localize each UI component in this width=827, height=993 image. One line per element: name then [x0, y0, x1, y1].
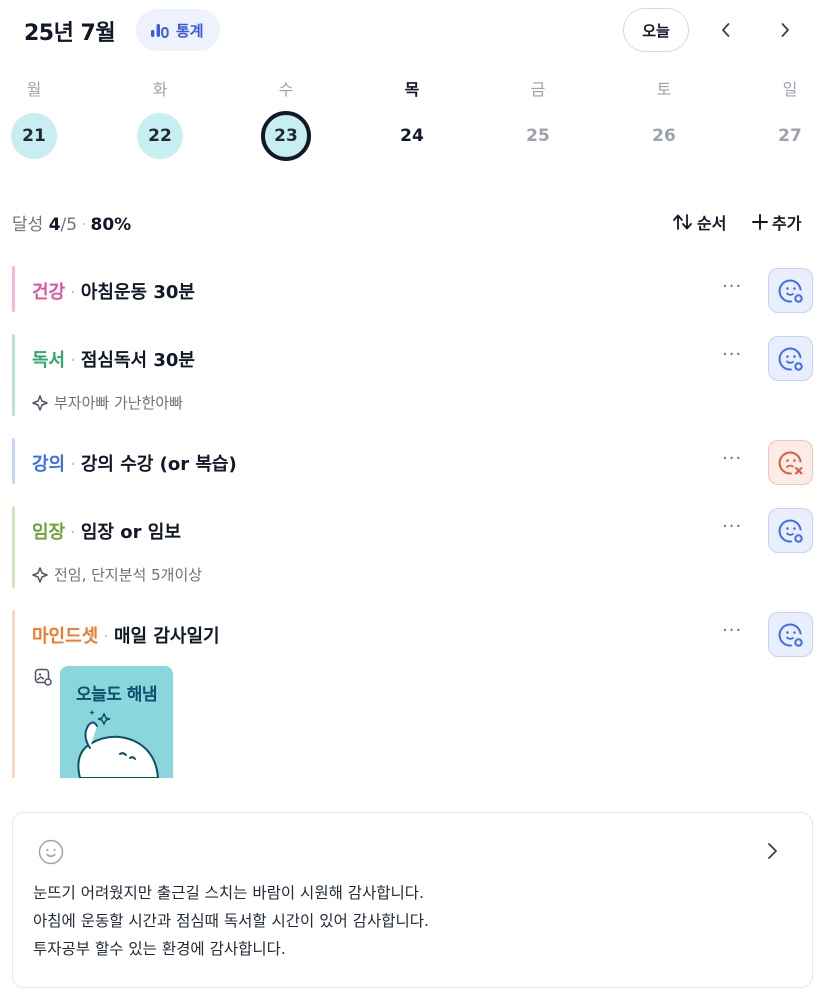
- separator-dot: ·: [81, 215, 87, 235]
- habit-name: 아침운동 30분: [80, 282, 195, 303]
- calendar-header: 25년 7월 통계 오늘: [0, 0, 827, 62]
- chevron-right-icon: [781, 23, 789, 37]
- habit-memo-text: 부자아빠 가난한아빠: [54, 394, 183, 412]
- summary-count: 4: [48, 215, 61, 235]
- stats-label: 통계: [176, 21, 204, 40]
- date-cell-selected[interactable]: 23: [261, 111, 311, 161]
- habit-color-bar: [12, 266, 15, 312]
- habit-row[interactable]: 마인드셋 · 매일 감사일기 ··· 오늘도 해냄: [12, 610, 815, 778]
- sad-x-icon: [778, 451, 802, 475]
- habit-memo: 전임, 단지분석 5개이상: [32, 564, 202, 585]
- habit-status-success[interactable]: [768, 336, 813, 381]
- summary-label: 달성: [12, 215, 44, 235]
- separator-dot: ·: [70, 282, 76, 303]
- more-options-icon[interactable]: ···: [722, 344, 742, 365]
- summary-total: /5: [60, 215, 78, 235]
- sticker-image[interactable]: 오늘도 해냄: [60, 666, 173, 778]
- smile-check-icon: [778, 347, 803, 371]
- weekday-label: 금: [530, 80, 546, 99]
- separator-dot: ·: [70, 522, 76, 543]
- habit-category: 강의: [32, 454, 66, 475]
- weekday-label: 월: [26, 80, 42, 99]
- habit-title: 임장 · 임장 or 임보: [32, 518, 181, 544]
- sort-arrows-icon: [673, 214, 692, 230]
- date-cell[interactable]: 22: [137, 113, 183, 159]
- habit-category: 독서: [32, 350, 66, 371]
- habit-title: 독서 · 점심독서 30분: [32, 346, 195, 372]
- more-options-icon[interactable]: ···: [722, 448, 742, 469]
- habit-status-fail[interactable]: [768, 440, 813, 485]
- date-cell[interactable]: 26: [641, 113, 687, 159]
- sticker-photo-icon: [34, 668, 52, 686]
- separator-dot: ·: [103, 626, 109, 647]
- weekday-label: 수: [278, 80, 294, 99]
- habit-name: 점심독서 30분: [80, 350, 195, 371]
- habit-category: 건강: [32, 282, 66, 303]
- summary-percent: 80%: [90, 215, 132, 235]
- date-cell-today[interactable]: 24: [389, 113, 435, 159]
- habit-color-bar: [12, 610, 15, 778]
- next-week-button[interactable]: [769, 14, 801, 46]
- habit-name: 매일 감사일기: [113, 626, 220, 647]
- habit-memo: 부자아빠 가난한아빠: [32, 392, 183, 413]
- sort-order-button[interactable]: 순서: [672, 210, 726, 234]
- diary-line: 눈뜨기 어려웠지만 출근길 스치는 바람이 시원해 감사합니다.: [33, 884, 424, 902]
- weekday-label: 화: [152, 80, 168, 99]
- sparkle-icon: [32, 566, 48, 583]
- diary-text: 눈뜨기 어려웠지만 출근길 스치는 바람이 시원해 감사합니다. 아침에 운동할…: [33, 879, 429, 963]
- smile-check-icon: [778, 623, 803, 647]
- habit-category: 임장: [32, 522, 66, 543]
- habit-color-bar: [12, 506, 15, 588]
- habit-memo-text: 전임, 단지분석 5개이상: [54, 566, 203, 584]
- diary-line: 투자공부 할수 있는 환경에 감사합니다.: [33, 940, 286, 958]
- weekday-label-today: 목: [404, 80, 420, 99]
- more-options-icon[interactable]: ···: [722, 516, 742, 537]
- add-habit-label: 추가: [772, 214, 802, 233]
- habit-row[interactable]: 강의 · 강의 수강 (or 복습) ···: [12, 438, 815, 485]
- smile-icon: [38, 839, 64, 865]
- date-cell[interactable]: 25: [515, 113, 561, 159]
- stats-button[interactable]: 통계: [136, 9, 220, 51]
- habit-color-bar: [12, 438, 15, 484]
- habit-status-success[interactable]: [768, 268, 813, 313]
- more-options-icon[interactable]: ···: [722, 620, 742, 641]
- smile-check-icon: [778, 519, 803, 543]
- gratitude-diary-card[interactable]: 눈뜨기 어려웠지만 출근길 스치는 바람이 시원해 감사합니다. 아침에 운동할…: [12, 812, 813, 988]
- plus-icon: [752, 214, 768, 230]
- date-cell[interactable]: 27: [767, 113, 813, 159]
- habit-name: 임장 or 임보: [80, 522, 181, 543]
- weekday-label: 토: [656, 80, 672, 99]
- sticker-character-illustration: [77, 710, 160, 778]
- prev-week-button[interactable]: [710, 14, 742, 46]
- habit-category: 마인드셋: [32, 626, 99, 647]
- weekday-label: 일: [782, 80, 798, 99]
- today-button[interactable]: 오늘: [623, 8, 689, 52]
- date-cell[interactable]: 21: [11, 113, 57, 159]
- chevron-left-icon: [722, 23, 730, 37]
- separator-dot: ·: [70, 454, 76, 475]
- bar-chart-icon: [151, 24, 169, 38]
- habit-color-bar: [12, 334, 15, 416]
- more-options-icon[interactable]: ···: [722, 276, 742, 297]
- sticker-text: 오늘도 해냄: [75, 685, 158, 705]
- habit-row[interactable]: 건강 · 아침운동 30분 ···: [12, 266, 815, 313]
- month-title: 25년 7월: [24, 21, 116, 46]
- habit-status-success[interactable]: [768, 508, 813, 553]
- habit-status-success[interactable]: [768, 612, 813, 657]
- habit-row[interactable]: 임장 · 임장 or 임보 전임, 단지분석 5개이상 ···: [12, 506, 815, 588]
- habit-title: 강의 · 강의 수강 (or 복습): [32, 450, 237, 476]
- habit-name: 강의 수강 (or 복습): [80, 454, 237, 475]
- smile-check-icon: [778, 279, 803, 303]
- diary-line: 아침에 운동할 시간과 점심때 독서할 시간이 있어 감사합니다.: [33, 912, 429, 930]
- achievement-summary: 달성 4/5 · 80%: [12, 210, 131, 235]
- separator-dot: ·: [70, 350, 76, 371]
- habit-row[interactable]: 독서 · 점심독서 30분 부자아빠 가난한아빠 ···: [12, 334, 815, 416]
- sparkle-icon: [32, 394, 48, 411]
- add-habit-button[interactable]: 추가: [752, 210, 801, 234]
- habit-title: 마인드셋 · 매일 감사일기: [32, 622, 220, 648]
- habit-title: 건강 · 아침운동 30분: [32, 278, 195, 304]
- chevron-right-icon[interactable]: [765, 841, 779, 861]
- sort-order-label: 순서: [697, 214, 727, 233]
